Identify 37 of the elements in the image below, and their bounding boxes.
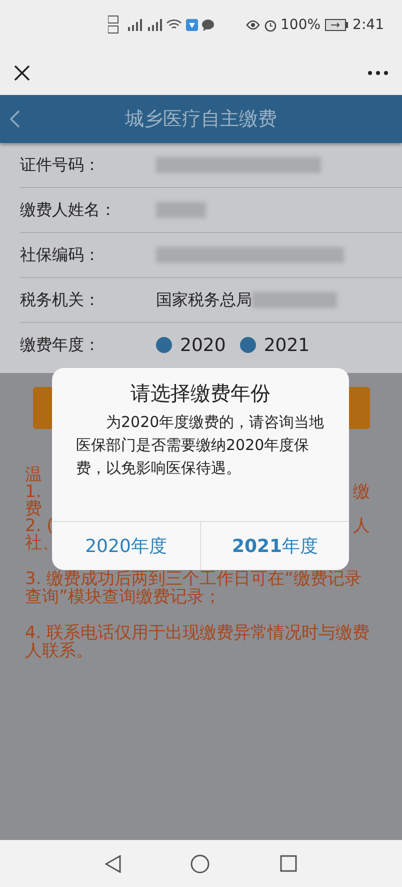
close-icon[interactable]	[14, 64, 30, 80]
field-label: 证件号码：	[20, 154, 101, 176]
notice-text: 3. 缴费成功后两到三个工作日可在“缴费记录查询”模块查询缴费记录；	[25, 570, 362, 606]
field-label: 缴费人姓名：	[20, 200, 117, 220]
field-label: 税务机关：	[20, 290, 101, 310]
alarm-icon	[264, 18, 277, 32]
year-button[interactable]: 2021年度	[200, 522, 349, 570]
notice-text: 1.	[25, 484, 42, 501]
dialog-title: 请选择缴费年份	[130, 380, 272, 407]
field-label: 社保编码：	[20, 244, 101, 266]
notice-text: 人	[353, 518, 370, 535]
recents-icon[interactable]	[280, 855, 298, 872]
notice-text: 缴	[353, 484, 370, 501]
notice-text: 4. 联系电话仅用于出现缴费异常情况时与缴费人联系。	[25, 624, 371, 660]
page-title: 城乡医疗自主缴费	[125, 107, 277, 132]
notice-text: 温	[25, 467, 42, 484]
dialog-message: 为2020年度缴费的，请咨询当地医保部门是否需要缴纳2020年度保费，以免影响医保待遇。	[75, 412, 326, 479]
eye-icon	[246, 20, 260, 30]
notice-text: 费	[25, 501, 42, 518]
field-value: 国家税务总局	[156, 290, 252, 310]
battery-icon	[324, 19, 349, 31]
signal-icon	[146, 19, 162, 31]
year-radio[interactable]: 2021	[240, 334, 310, 356]
signal-icon	[126, 19, 142, 31]
back-icon[interactable]	[10, 110, 20, 128]
notice-text: 2. (	[25, 518, 54, 535]
year-radio[interactable]: 2020	[156, 334, 226, 356]
home-icon[interactable]	[190, 854, 210, 874]
wifi-icon	[166, 19, 182, 31]
back-icon[interactable]	[104, 854, 121, 872]
more-icon[interactable]	[368, 70, 388, 74]
battery-percent: 100%	[280, 17, 321, 33]
app-icon	[186, 19, 198, 31]
field-label: 缴费年度：	[20, 334, 101, 356]
chat-bubble-icon	[202, 19, 214, 31]
clock-time: 2:41	[352, 17, 384, 33]
blurred-value	[156, 202, 206, 218]
